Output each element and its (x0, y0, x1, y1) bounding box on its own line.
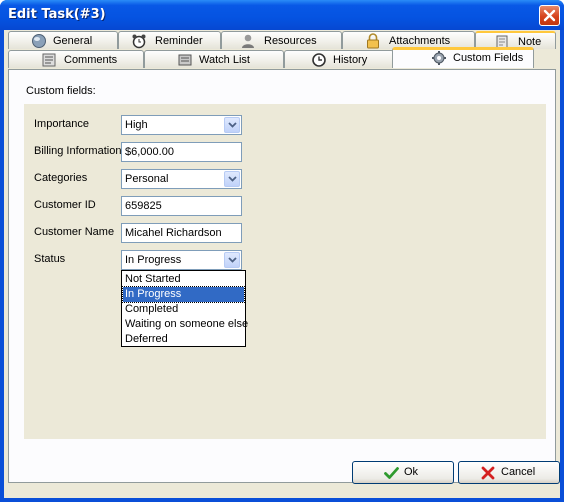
tab-reminder[interactable]: Reminder (118, 31, 221, 49)
window-title: Edit Task(#3) (8, 7, 106, 22)
lock-icon (367, 33, 379, 49)
dialog-body: General Reminder Resources Attachments N… (4, 30, 560, 498)
cancel-button[interactable]: Cancel (458, 461, 560, 484)
tab-custom-fields[interactable]: Custom Fields (392, 47, 534, 68)
billing-label: Billing Information (34, 145, 122, 157)
close-button[interactable] (539, 5, 560, 26)
globe-icon (32, 34, 46, 48)
tab-label: Watch List (199, 54, 250, 66)
importance-value: High (125, 119, 148, 131)
customer-name-field[interactable]: Micahel Richardson (121, 223, 242, 243)
edit-task-dialog: Edit Task(#3) General Reminder Resources… (0, 0, 564, 502)
tab-general[interactable]: General (8, 31, 118, 49)
title-bar[interactable]: Edit Task(#3) (0, 0, 564, 30)
history-icon (312, 53, 326, 67)
status-option-deferred[interactable]: Deferred (123, 332, 244, 347)
tab-label: Attachments (389, 35, 451, 47)
status-option-in-progress[interactable]: In Progress (122, 286, 245, 303)
tab-label: Comments (64, 54, 118, 66)
close-icon (543, 9, 556, 22)
status-select[interactable]: In Progress (121, 250, 242, 270)
tab-watch-list[interactable]: Watch List (144, 50, 284, 68)
comments-icon (42, 53, 56, 67)
checkmark-icon (384, 467, 399, 479)
watch-list-icon (178, 54, 192, 66)
user-icon (242, 34, 254, 48)
alarm-clock-icon (132, 34, 146, 49)
chevron-down-icon (228, 122, 237, 128)
customer-name-label: Customer Name (34, 226, 115, 238)
customer-id-label: Customer ID (34, 199, 96, 211)
categories-select[interactable]: Personal (121, 169, 242, 189)
cancel-icon (481, 466, 495, 480)
tab-comments[interactable]: Comments (8, 50, 144, 68)
chevron-down-icon (228, 257, 237, 263)
tab-history[interactable]: History (284, 50, 394, 68)
status-dropdown-button[interactable] (224, 252, 240, 268)
custom-fields-pane: Custom fields: Importance High Billing I… (8, 69, 556, 483)
tab-label: Custom Fields (453, 52, 524, 64)
tab-label: Reminder (155, 35, 203, 47)
categories-dropdown-button[interactable] (224, 171, 240, 187)
importance-dropdown-button[interactable] (224, 117, 240, 133)
categories-label: Categories (34, 172, 88, 184)
section-label: Custom fields: (26, 85, 96, 97)
gear-icon (432, 51, 446, 65)
importance-select[interactable]: High (121, 115, 242, 135)
tab-resources[interactable]: Resources (221, 31, 342, 49)
status-value: In Progress (125, 254, 182, 266)
ok-label: Ok (404, 466, 419, 478)
ok-button[interactable]: Ok (352, 461, 454, 484)
cancel-label: Cancel (501, 466, 536, 478)
tab-label: Resources (264, 35, 317, 47)
status-option-not-started[interactable]: Not Started (123, 272, 244, 287)
status-dropdown-list: Not Started In Progress Completed Waitin… (121, 270, 248, 347)
status-label: Status (34, 253, 66, 265)
customer-id-field[interactable]: 659825 (121, 196, 242, 216)
tab-label: General (53, 35, 93, 47)
chevron-down-icon (228, 176, 237, 182)
importance-label: Importance (34, 118, 90, 130)
tab-label: History (333, 54, 368, 66)
categories-value: Personal (125, 173, 169, 185)
custom-fields-area: Importance High Billing Information $6,0… (24, 104, 546, 439)
status-option-waiting[interactable]: Waiting on someone else (123, 317, 248, 332)
billing-field[interactable]: $6,000.00 (121, 142, 242, 162)
status-option-completed[interactable]: Completed (123, 302, 244, 317)
